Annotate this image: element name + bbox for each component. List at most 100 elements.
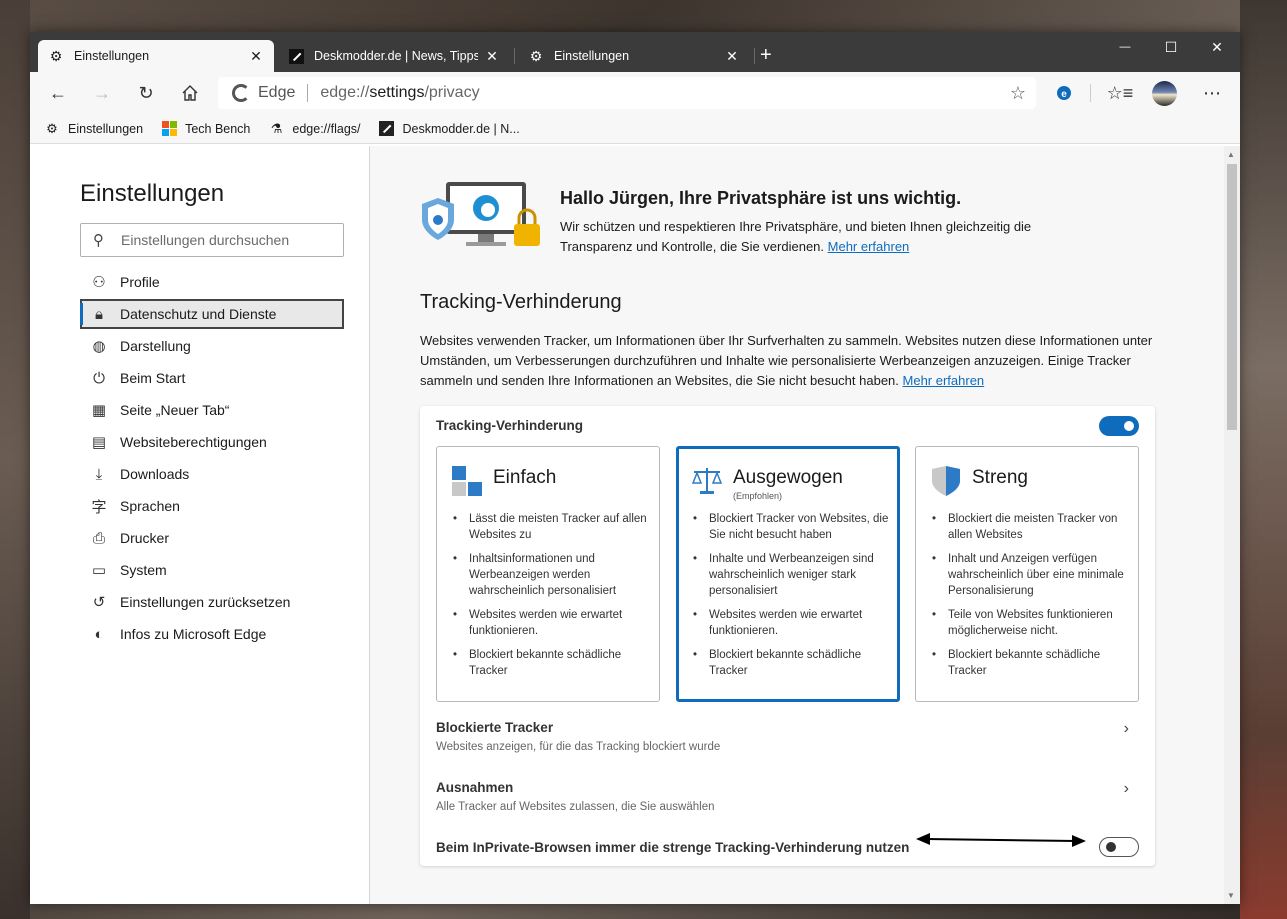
refresh-button[interactable]: ↻ [132, 80, 160, 106]
list-item: Inhalte und Werbeanzeigen sind wahrschei… [693, 551, 893, 599]
sidebar-item-download[interactable]: ⤓ Downloads [80, 459, 344, 489]
row-title: Blockierte Tracker [436, 720, 554, 735]
newtab-page-icon: ▦ [91, 402, 107, 419]
sidebar-item-label: Downloads [120, 466, 190, 482]
favorite-label: Tech Bench [185, 121, 251, 136]
list-item: Blockiert bekannte schädliche Tracker [693, 647, 893, 679]
level-balanced-card[interactable]: Ausgewogen (Empfohlen) Blockiert Tracker… [676, 446, 900, 702]
sidebar-item-label: Drucker [120, 530, 170, 546]
scroll-up-icon[interactable]: ▲ [1227, 150, 1235, 159]
exceptions-row[interactable]: Ausnahmen Alle Tracker auf Websites zula… [436, 780, 1141, 813]
scroll-down-icon[interactable]: ▼ [1227, 891, 1235, 900]
sidebar-item-newtab-page[interactable]: ▦ Seite „Neuer Tab“ [80, 395, 344, 425]
tab-settings[interactable]: ⚙ Einstellungen ✕ [518, 40, 750, 72]
tab-label: Einstellungen [74, 49, 150, 63]
sidebar-item-palette[interactable]: ◍ Darstellung [80, 331, 344, 361]
tab-bar: ⚙ Einstellungen ✕ Deskmodder.de | News, … [30, 32, 1240, 72]
gear-icon: ⚙ [529, 47, 543, 64]
sidebar-item-lock[interactable]: 🔒︎ Datenschutz und Dienste [80, 299, 344, 329]
toolbar-divider [1090, 84, 1091, 102]
inprivate-strict-toggle[interactable] [1099, 837, 1139, 857]
sidebar-item-label: Websiteberechtigungen [120, 434, 267, 450]
favorites-button[interactable]: ☆≡ [1106, 80, 1134, 106]
close-tab-icon[interactable]: ✕ [484, 48, 500, 65]
tracking-learn-more-link[interactable]: Mehr erfahren [903, 373, 985, 388]
tracking-description-text: Websites verwenden Tracker, um Informati… [420, 333, 1153, 388]
sidebar-item-person[interactable]: ⚇ Profile [80, 267, 344, 297]
sidebar-item-label: Einstellungen zurücksetzen [120, 594, 291, 610]
search-placeholder: Einstellungen durchsuchen [121, 232, 290, 248]
minimize-button[interactable]: — [1102, 32, 1148, 62]
list-item: Blockiert bekannte schädliche Tracker [932, 647, 1132, 679]
maximize-icon: ☐ [1164, 38, 1178, 55]
double-arrow-annotation-icon [916, 833, 1086, 847]
maximize-button[interactable]: ☐ [1148, 32, 1194, 62]
home-button[interactable] [176, 80, 204, 106]
sidebar-item-edge[interactable]: ◐ Infos zu Microsoft Edge [80, 619, 344, 649]
close-tab-icon[interactable]: ✕ [724, 48, 740, 65]
settings-sidebar: Einstellungen ⚲ Einstellungen durchsuche… [30, 146, 370, 904]
blocked-trackers-row[interactable]: Blockierte Tracker Websites anzeigen, fü… [436, 720, 1141, 753]
favorite-flags[interactable]: ⚗ edge://flags/ [268, 121, 361, 137]
level-strict-bullets: Blockiert die meisten Tracker von allen … [932, 511, 1132, 687]
sidebar-item-laptop[interactable]: ▭ System [80, 555, 344, 585]
list-item: Inhaltsinformationen und Werbeanzeigen w… [453, 551, 653, 599]
sidebar-title: Einstellungen [80, 180, 225, 207]
new-tab-button[interactable]: + [760, 44, 772, 66]
url-host: settings [369, 84, 425, 101]
forward-arrow-icon: → [93, 82, 111, 103]
sidebar-item-label: Seite „Neuer Tab“ [120, 402, 230, 418]
vertical-scrollbar[interactable]: ▲ ▼ [1224, 146, 1240, 904]
favorite-tech-bench[interactable]: Tech Bench [161, 121, 250, 137]
favorite-deskmodder[interactable]: Deskmodder.de | N... [379, 121, 520, 137]
list-item: Blockiert Tracker von Websites, die Sie … [693, 511, 893, 543]
favorite-settings[interactable]: ⚙ Einstellungen [44, 121, 143, 137]
svg-text:e: e [1061, 89, 1067, 100]
tab-deskmodder[interactable]: Deskmodder.de | News, Tipps ur ✕ [278, 40, 510, 72]
level-balanced-bullets: Blockiert Tracker von Websites, die Sie … [693, 511, 893, 687]
sidebar-item-printer[interactable]: ⎙ Drucker [80, 523, 344, 553]
sidebar-item-label: System [120, 562, 167, 578]
hero-learn-more-link[interactable]: Mehr erfahren [828, 239, 910, 254]
tracking-card-title: Tracking-Verhinderung [436, 418, 584, 433]
tracking-prevention-toggle[interactable] [1099, 416, 1139, 436]
level-strict-card[interactable]: Streng Blockiert die meisten Tracker von… [915, 446, 1139, 702]
list-item: Blockiert bekannte schädliche Tracker [453, 647, 653, 679]
shield-icon [932, 466, 960, 496]
palette-icon: ◍ [92, 338, 106, 355]
close-tab-icon[interactable]: ✕ [248, 48, 264, 65]
sidebar-item-reset[interactable]: ↺ Einstellungen zurücksetzen [80, 587, 344, 617]
list-item: Blockiert die meisten Tracker von allen … [932, 511, 1132, 543]
address-bar[interactable]: Edge edge://settings/privacy ☆ [218, 77, 1036, 109]
tracking-section-title: Tracking-Verhinderung [420, 291, 622, 313]
edge-icon: ◐ [94, 625, 104, 643]
favorite-star-icon[interactable]: ☆ [1010, 83, 1026, 104]
sidebar-item-language[interactable]: 字 Sprachen [80, 491, 344, 521]
row-subtitle: Websites anzeigen, für die das Tracking … [436, 741, 721, 753]
basic-blocks-icon [452, 466, 482, 496]
more-menu-button[interactable]: ⋯ [1198, 80, 1226, 106]
person-icon: ⚇ [92, 274, 106, 291]
favorite-label: edge://flags/ [292, 121, 361, 136]
level-basic-card[interactable]: Einfach Lässt die meisten Tracker auf al… [436, 446, 660, 702]
list-item: Websites werden wie erwartet funktionier… [453, 607, 653, 639]
sidebar-item-power[interactable]: ⏻ Beim Start [80, 363, 344, 393]
sidebar-item-label: Datenschutz und Dienste [120, 306, 277, 322]
avatar[interactable] [1152, 81, 1177, 106]
extension-button[interactable]: e [1050, 80, 1078, 106]
sidebar-item-site-permissions[interactable]: ▤ Websiteberechtigungen [80, 427, 344, 457]
scrollbar-thumb[interactable] [1227, 164, 1237, 430]
tab-settings-active[interactable]: ⚙ Einstellungen ✕ [38, 40, 274, 72]
row-title: Ausnahmen [436, 780, 514, 795]
sidebar-item-label: Beim Start [120, 370, 186, 386]
laptop-icon: ▭ [91, 562, 107, 579]
close-window-button[interactable]: ✕ [1194, 32, 1240, 62]
deskmodder-icon [379, 121, 395, 137]
settings-search-input[interactable]: ⚲ Einstellungen durchsuchen [80, 223, 344, 257]
chevron-right-icon: › [1123, 780, 1129, 797]
favorite-label: Deskmodder.de | N... [402, 121, 520, 136]
forward-button[interactable]: → [88, 80, 116, 106]
back-button[interactable]: ← [44, 80, 72, 106]
lock-icon: 🔒︎ [95, 305, 103, 323]
refresh-icon: ↻ [138, 82, 154, 103]
